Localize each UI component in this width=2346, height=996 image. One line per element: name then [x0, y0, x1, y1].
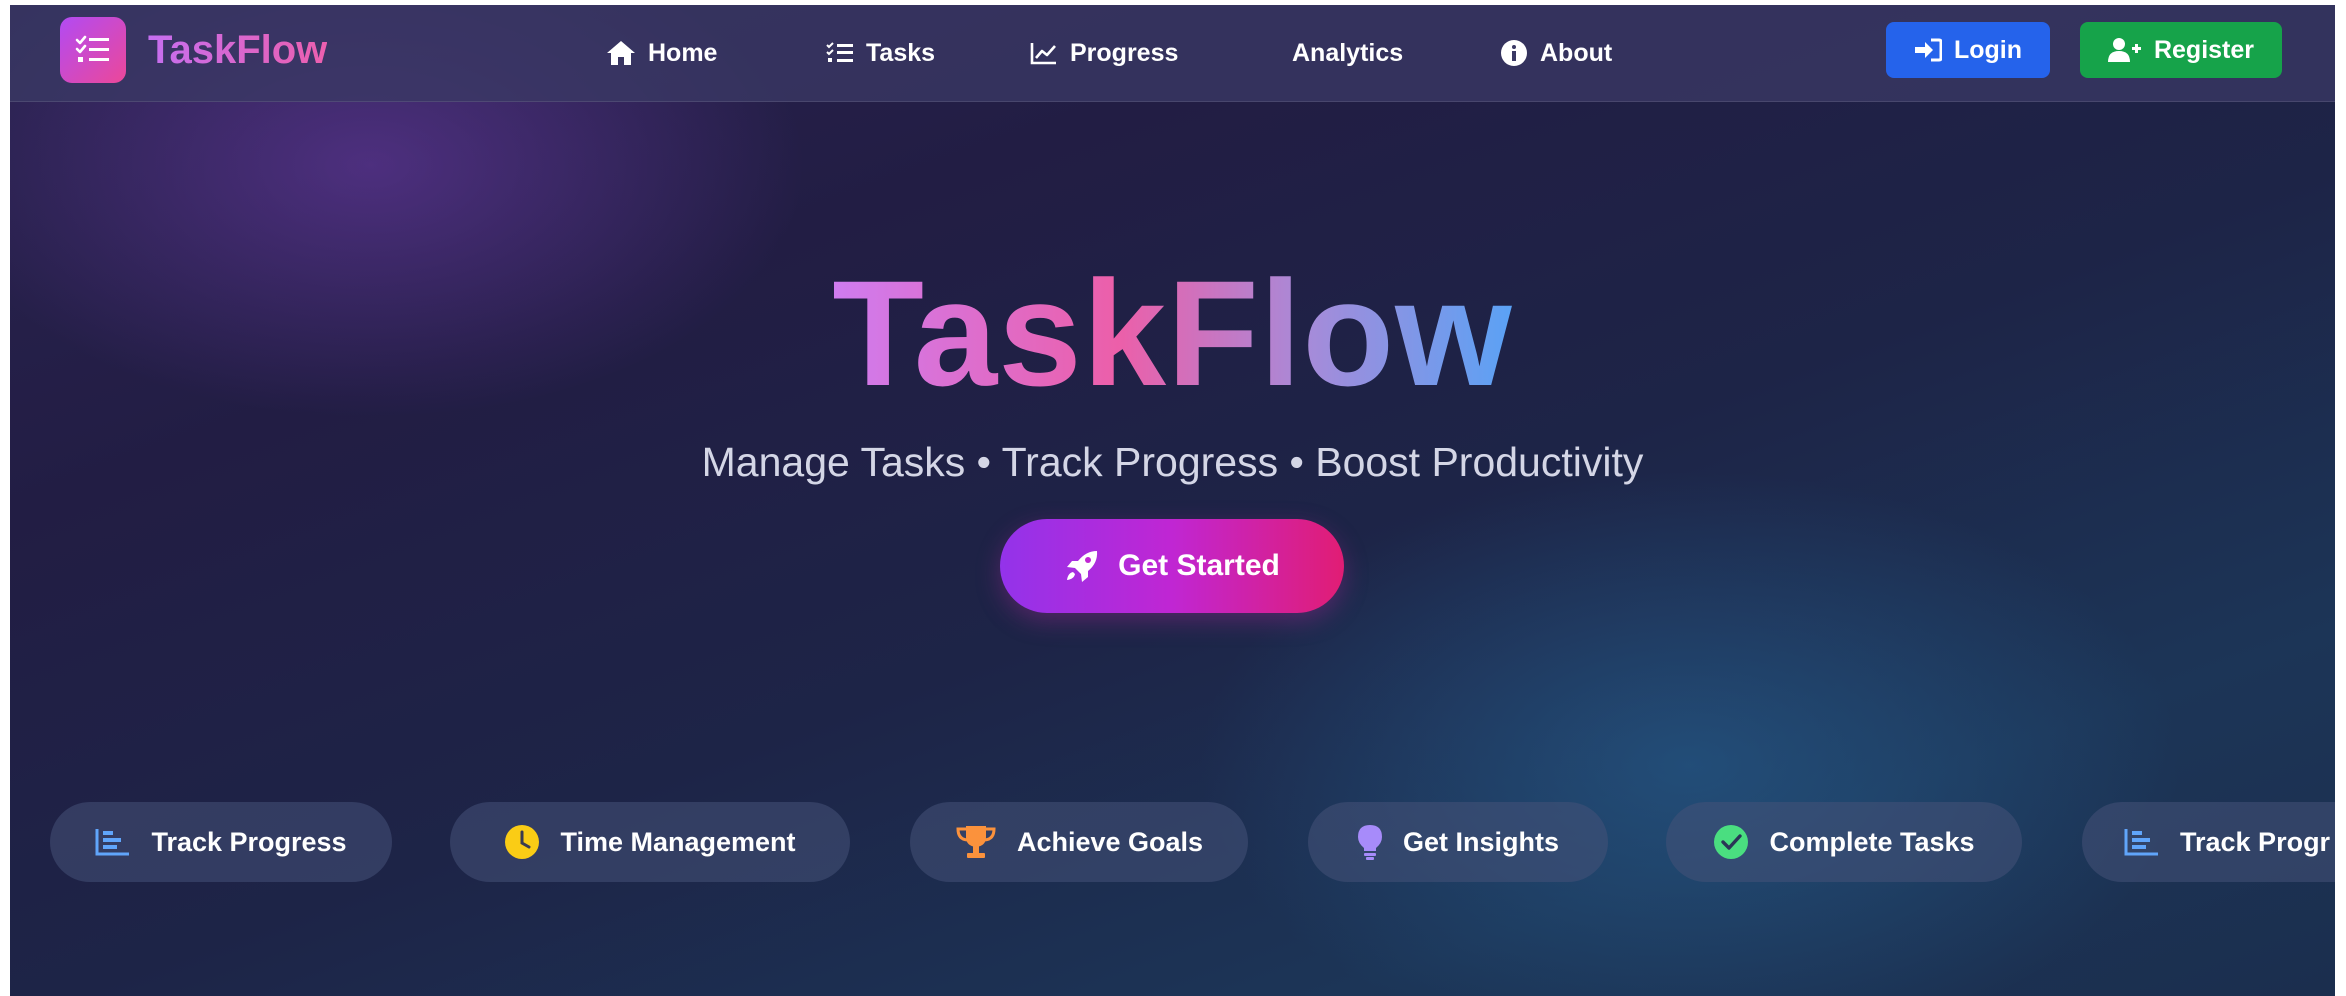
nav-about-label: About [1540, 38, 1613, 67]
hero-title: TaskFlow [10, 253, 2335, 413]
feature-label: Track Progr [2180, 826, 2331, 857]
feature-get-insights[interactable]: Get Insights [1308, 802, 1608, 882]
feature-label: Track Progress [151, 826, 347, 857]
feature-label: Time Management [560, 826, 796, 857]
bar-chart-icon [2124, 829, 2158, 856]
clock-icon [505, 825, 540, 859]
get-started-label: Get Started [1118, 549, 1280, 582]
tasks-list-icon [826, 42, 853, 62]
register-button[interactable]: Register [2080, 22, 2282, 78]
nav-tasks[interactable]: Tasks [826, 33, 935, 73]
home-icon [607, 41, 635, 65]
brand[interactable]: TaskFlow [60, 16, 327, 84]
check-circle-icon [1714, 825, 1749, 859]
feature-label: Complete Tasks [1769, 826, 1975, 857]
bar-chart-icon [95, 829, 130, 856]
feature-time-management[interactable]: Time Management [450, 802, 850, 882]
nav-home-label: Home [648, 38, 718, 67]
nav-analytics[interactable]: Analytics [1292, 33, 1403, 73]
feature-complete-tasks[interactable]: Complete Tasks [1666, 802, 2022, 882]
line-chart-icon [1030, 43, 1056, 65]
login-button[interactable]: Login [1886, 22, 2050, 78]
top-navbar: TaskFlow Home Tasks Progress Analytics A… [10, 5, 2335, 102]
lightbulb-icon [1357, 825, 1382, 860]
nav-progress-label: Progress [1070, 38, 1179, 67]
login-label: Login [1953, 35, 2023, 64]
feature-track-progress-repeat[interactable]: Track Progr [2082, 802, 2335, 882]
nav-analytics-label: Analytics [1292, 38, 1404, 67]
trophy-icon [956, 826, 996, 858]
nav-home[interactable]: Home [606, 33, 717, 73]
get-started-button[interactable]: Get Started [1000, 519, 1344, 613]
page-frame: TaskFlow Home Tasks Progress Analytics A… [10, 5, 2335, 996]
info-icon [1501, 40, 1527, 66]
nav-tasks-label: Tasks [866, 38, 936, 67]
hero-subtitle: Manage Tasks • Track Progress • Boost Pr… [701, 439, 1644, 485]
feature-label: Get Insights [1402, 826, 1559, 857]
rocket-icon [1067, 551, 1098, 582]
tasks-list-icon [60, 17, 126, 83]
nav-about[interactable]: About [1500, 33, 1612, 73]
nav-progress[interactable]: Progress [1030, 33, 1178, 73]
feature-achieve-goals[interactable]: Achieve Goals [910, 802, 1248, 882]
hero-title-text: TaskFlow [832, 249, 1513, 417]
brand-name: TaskFlow [148, 27, 328, 72]
user-plus-icon [2107, 38, 2141, 62]
feature-track-progress[interactable]: Track Progress [50, 802, 392, 882]
feature-label: Achieve Goals [1016, 826, 1204, 857]
sign-in-icon [1914, 38, 1942, 62]
register-label: Register [2153, 35, 2255, 64]
